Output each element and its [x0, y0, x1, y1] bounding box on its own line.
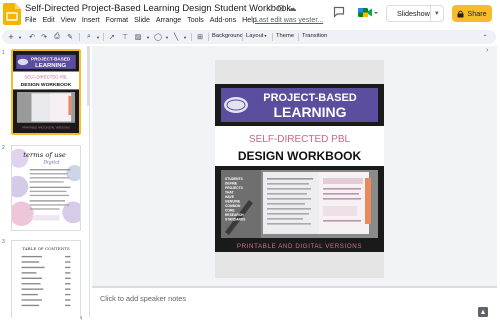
comment-history-icon[interactable]: [333, 6, 345, 18]
menu-insert[interactable]: Insert: [82, 16, 100, 27]
toolbar: + ▼ ↶ ↷ ⎙ ✎ ⌕ ▼ ➚ ⊤ ▨ ▼ ◯ ▼ ╲ ▼ ⊞ Backgr…: [2, 30, 496, 44]
paint-format-icon[interactable]: ✎: [64, 30, 76, 44]
print-icon[interactable]: ⎙: [51, 30, 63, 44]
cloud-saved-icon[interactable]: ☁: [288, 3, 300, 13]
side-text-line: COMMON: [225, 204, 241, 208]
thumb2-caption-line1: terms of use: [23, 151, 66, 159]
chevron-down-icon[interactable]: ▼: [144, 30, 152, 44]
menu-file[interactable]: File: [25, 16, 36, 27]
menu-tools[interactable]: Tools: [187, 16, 204, 27]
share-button[interactable]: Share: [452, 5, 492, 22]
title-icons: ☆⊡☁: [266, 3, 300, 14]
menu-slide[interactable]: Slide: [134, 16, 150, 27]
undo-icon[interactable]: ↶: [26, 30, 38, 44]
slide-thumbnail-1-preview: PROJECT-BASED LEARNING SELF-DIRECTED PBL…: [13, 51, 79, 133]
chevron-down-icon[interactable]: ▼: [429, 6, 443, 21]
side-text-line: CORE: [225, 209, 235, 213]
toolbar-divider: [79, 33, 80, 41]
toolbar-divider: [242, 33, 243, 41]
document-title[interactable]: Self-Directed Project-Based Learning Des…: [25, 2, 291, 13]
speaker-notes-placeholder[interactable]: Click to add speaker notes: [100, 294, 186, 303]
slide-subtitle-line1: SELF-DIRECTED PBL: [249, 134, 351, 145]
chevron-down-icon[interactable]: ▼: [181, 30, 189, 44]
star-icon[interactable]: ☆: [266, 3, 277, 13]
slide-thumbnail-3[interactable]: TABLE OF CONTENTS: [11, 240, 81, 318]
side-text-line: PROJECTS: [225, 186, 244, 190]
app-header: Self-Directed Project-Based Learning Des…: [0, 0, 500, 30]
pbl-logo-icon: [224, 97, 248, 113]
image-icon[interactable]: ▨: [132, 30, 144, 44]
slide-title-line1: PROJECT-BASED: [263, 92, 357, 104]
side-text-line: THAT: [225, 191, 234, 195]
toolbar-divider: [298, 33, 299, 41]
slides-logo-icon[interactable]: [3, 3, 21, 25]
slideshow-label: Slideshow: [397, 9, 430, 18]
thumb-subtitle-line2: DESIGN WORKBOOK: [21, 82, 72, 88]
slide-footer: PRINTABLE AND DIGITAL VERSIONS: [237, 243, 362, 250]
slide-filmstrip[interactable]: 1 PROJECT-BASED LEARNING SELF-DIRECTED P…: [0, 46, 90, 318]
slide-thumbnail-1[interactable]: PROJECT-BASED LEARNING SELF-DIRECTED PBL…: [11, 49, 81, 135]
layout-label: Layout: [246, 33, 264, 39]
thumb-title-line2: LEARNING: [35, 63, 66, 69]
side-text-line: STUDENTS: [225, 177, 244, 181]
thumb2-caption-line2: Digital: [42, 160, 60, 166]
speaker-notes-panel[interactable]: Click to add speaker notes: [92, 288, 497, 324]
toolbar-divider: [272, 33, 273, 41]
chevron-down-icon[interactable]: ▼: [94, 30, 102, 44]
menu-format[interactable]: Format: [106, 16, 128, 27]
thumb-title-line1: PROJECT-BASED: [31, 57, 71, 62]
chevron-down-icon[interactable]: ▼: [16, 30, 24, 44]
menu-bar: File Edit View Insert Format Slide Arran…: [25, 16, 257, 27]
side-text-line: DEFINE: [225, 182, 238, 186]
thumb-footer: PRINTABLE AND DIGITAL VERSIONS: [22, 126, 70, 130]
expand-side-panel-icon[interactable]: ›: [486, 47, 498, 57]
menu-add-ons[interactable]: Add-ons: [210, 16, 236, 27]
move-to-folder-icon[interactable]: ⊡: [277, 3, 288, 13]
slide-number: 1: [2, 50, 5, 56]
share-label: Share: [467, 9, 487, 18]
thumb3-caption: TABLE OF CONTENTS: [22, 246, 70, 251]
slide-subtitle-line2: DESIGN WORKBOOK: [238, 149, 362, 163]
menu-edit[interactable]: Edit: [42, 16, 54, 27]
slide-title-line2: LEARNING: [273, 104, 346, 120]
slide-thumbnail-3-preview: TABLE OF CONTENTS: [12, 241, 80, 318]
side-text-line: GENUINE: [225, 200, 241, 204]
collapse-toolbar-icon[interactable]: ⌃: [479, 30, 491, 44]
caret-down-icon: ▾: [263, 33, 267, 38]
toolbar-divider: [103, 33, 104, 41]
filmstrip-scrollbar[interactable]: [87, 46, 89, 106]
select-cursor-icon[interactable]: ➚: [106, 30, 118, 44]
collapse-filmstrip-icon[interactable]: ‹: [80, 313, 83, 322]
side-text-line: RESEARCH: [225, 213, 244, 217]
layout-button[interactable]: Layout ▾: [246, 33, 267, 39]
redo-icon[interactable]: ↷: [38, 30, 50, 44]
current-slide[interactable]: PROJECT-BASED LEARNING SELF-DIRECTED PBL…: [215, 60, 384, 278]
current-slide-content: PROJECT-BASED LEARNING SELF-DIRECTED PBL…: [215, 84, 384, 252]
add-comment-icon[interactable]: ⊞: [194, 30, 206, 44]
slide-number: 3: [2, 239, 5, 245]
thumb-subtitle-line1: SELF-DIRECTED PBL: [24, 75, 68, 80]
side-text-line: STANDARDS: [225, 218, 246, 222]
slide-thumbnail-2[interactable]: terms of use Digital: [11, 145, 81, 231]
toolbar-divider: [191, 33, 192, 41]
explore-icon[interactable]: [477, 306, 489, 318]
text-box-icon[interactable]: ⊤: [119, 30, 131, 44]
theme-button[interactable]: Theme: [276, 33, 294, 39]
slide-number: 2: [2, 145, 5, 151]
menu-arrange[interactable]: Arrange: [156, 16, 181, 27]
toolbar-divider: [208, 33, 209, 41]
slide-canvas-area[interactable]: PROJECT-BASED LEARNING SELF-DIRECTED PBL…: [92, 46, 497, 286]
slide-thumbnail-2-preview: terms of use Digital: [12, 146, 80, 230]
slideshow-button[interactable]: Slideshow ▼: [386, 5, 444, 22]
lock-icon: [457, 10, 464, 17]
last-edit-link[interactable]: Last edit was yester...: [255, 16, 323, 24]
background-button[interactable]: Background: [212, 33, 243, 39]
menu-view[interactable]: View: [61, 16, 76, 27]
meet-icon[interactable]: [357, 5, 379, 20]
side-text-line: HAVE: [225, 195, 235, 199]
transition-button[interactable]: Transition: [302, 33, 327, 39]
